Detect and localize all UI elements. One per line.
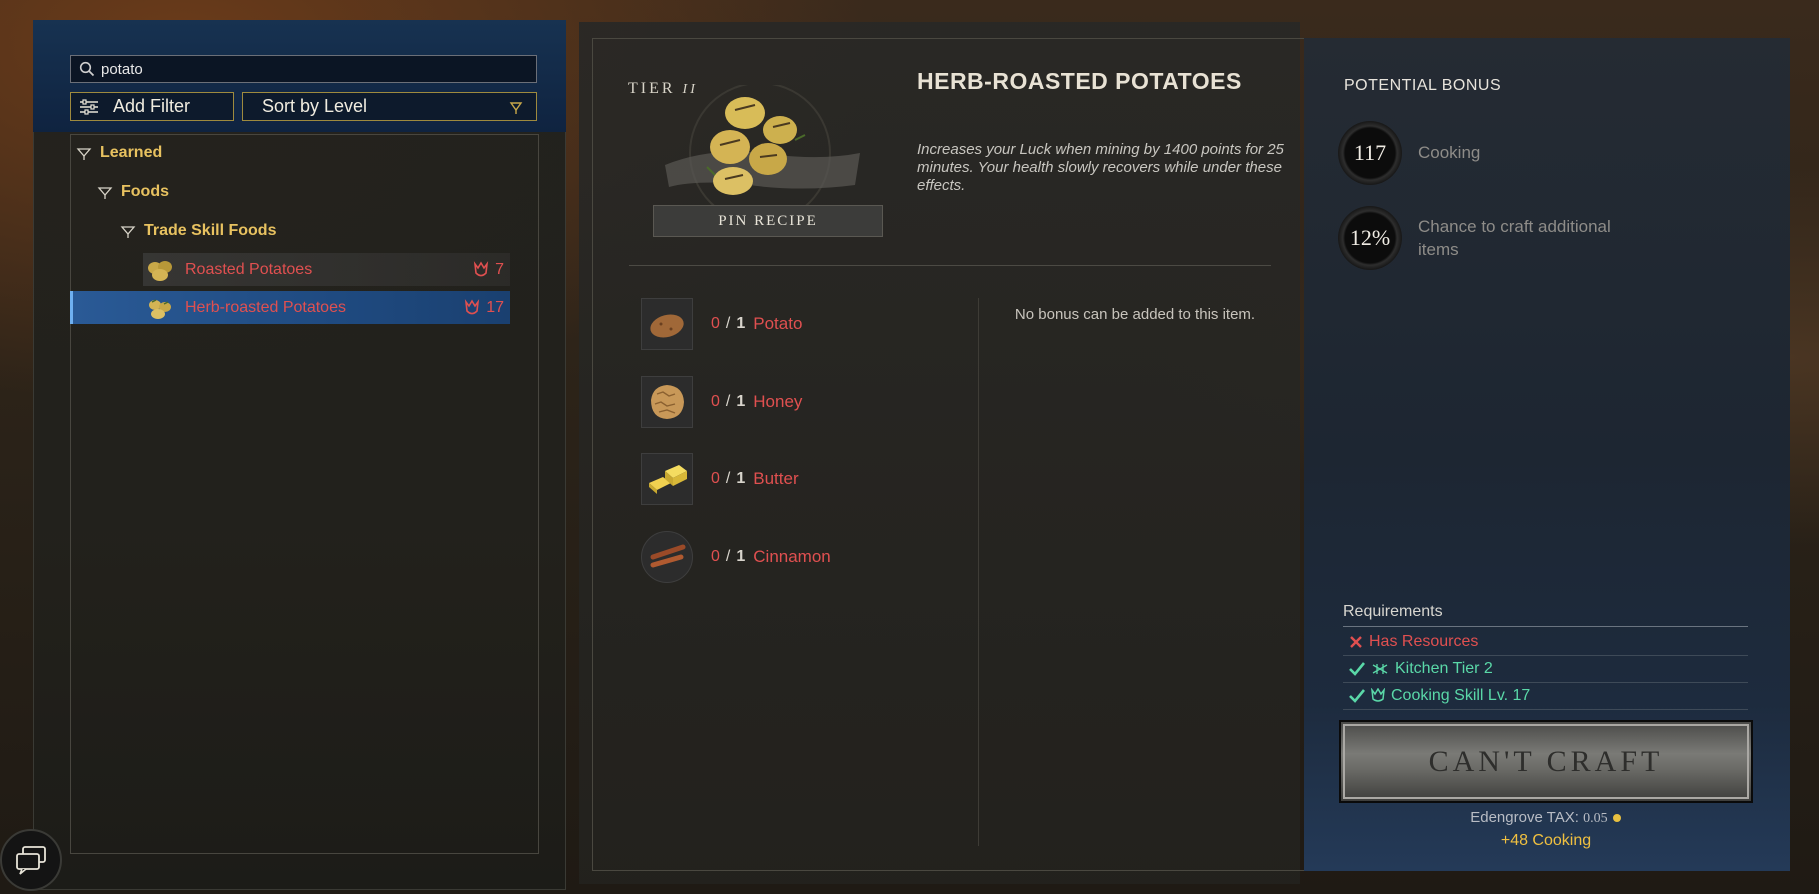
tree-node-trade-skill-foods[interactable]: Trade Skill Foods <box>120 222 276 240</box>
tax-info: Edengrove TAX: 0.05 <box>1340 809 1752 827</box>
no-bonus-message: No bonus can be added to this item. <box>1014 306 1256 323</box>
requirement-row: Has Resources <box>1343 629 1748 656</box>
add-filter-button[interactable]: Add Filter <box>70 92 234 121</box>
herb-roasted-potatoes-icon <box>145 293 175 323</box>
skill-label: Cooking <box>1418 143 1481 162</box>
skill-level-badge: 117 <box>1338 121 1402 185</box>
recipe-list-item[interactable]: Roasted Potatoes 7 <box>143 253 510 286</box>
sort-label: Sort by Level <box>262 96 368 116</box>
ingredient-have: 0 <box>711 393 720 410</box>
chance-value: 12% <box>1349 225 1391 250</box>
roasted-potatoes-icon <box>145 255 175 285</box>
filter-sliders-icon <box>80 98 98 115</box>
ingredient-need: 1 <box>736 393 746 410</box>
craft-button-label: CAN'T CRAFT <box>1428 744 1664 778</box>
recipe-name: Roasted Potatoes <box>185 260 313 278</box>
recipe-description: Increases your Luck when mining by 1400 … <box>917 141 1284 194</box>
tree-node-trade-skill-foods-label: Trade Skill Foods <box>144 222 277 239</box>
chance-badge: 12% <box>1338 206 1402 270</box>
ingredient-row[interactable]: 0 / 1 Honey <box>641 375 971 429</box>
check-icon <box>1349 662 1365 676</box>
potato-icon <box>641 298 693 350</box>
xp-gain: +48 Cooking <box>1500 832 1592 849</box>
recipe-level: 7 <box>473 261 504 279</box>
ingredient-row[interactable]: 0 / 1 Cinnamon <box>641 530 971 584</box>
ingredient-need: 1 <box>736 315 746 332</box>
tree-node-foods[interactable]: Foods <box>97 183 169 201</box>
ingredient-name: Potato <box>753 314 803 333</box>
ingredient-name: Honey <box>753 392 803 411</box>
coin-icon <box>1612 814 1621 823</box>
pin-recipe-button[interactable]: PIN RECIPE <box>653 205 883 237</box>
ingredient-separator: / <box>725 393 731 410</box>
craft-button[interactable]: CAN'T CRAFT <box>1339 720 1753 803</box>
ingredient-row[interactable]: 0 / 1 Butter <box>641 452 971 506</box>
requirements-title: Requirements <box>1343 603 1443 620</box>
divider <box>1343 626 1748 627</box>
chance-label: Chance to craft additional items <box>1418 217 1611 259</box>
honey-icon <box>641 376 693 428</box>
search-icon <box>79 61 95 77</box>
requirement-label: Has Resources <box>1369 633 1479 650</box>
recipe-name: Herb-roasted Potatoes <box>185 298 346 316</box>
skill-level-value: 117 <box>1353 140 1387 165</box>
ingredient-separator: / <box>725 470 731 487</box>
requirement-label: Kitchen Tier 2 <box>1395 660 1493 677</box>
requirement-row: Kitchen Tier 2 <box>1343 656 1748 683</box>
ingredient-need: 1 <box>736 548 746 565</box>
ingredient-separator: / <box>725 548 731 565</box>
tree-node-foods-label: Foods <box>121 183 169 200</box>
ingredient-have: 0 <box>711 470 720 487</box>
kitchen-station-icon <box>1372 664 1388 674</box>
tax-label: Edengrove TAX: <box>1470 809 1579 826</box>
ingredient-have: 0 <box>711 315 720 332</box>
ingredient-name: Butter <box>753 469 799 488</box>
recipe-level-value: 17 <box>486 298 504 316</box>
herb-roasted-potatoes-image <box>665 85 860 215</box>
ingredient-have: 0 <box>711 548 720 565</box>
recipe-image <box>655 85 865 215</box>
sort-dropdown[interactable]: Sort by Level <box>242 92 537 121</box>
recipe-list-frame <box>70 134 539 854</box>
recipe-level: 17 <box>464 299 504 317</box>
cooking-skill-icon <box>1371 688 1385 702</box>
potential-bonus-title: POTENTIAL BONUS <box>1344 77 1502 94</box>
collapse-arrow-icon <box>97 187 113 199</box>
recipe-title: HERB-ROASTED POTATOES <box>917 68 1242 94</box>
tree-node-learned-label: Learned <box>100 144 163 161</box>
add-filter-label: Add Filter <box>113 96 191 116</box>
search-input[interactable] <box>101 60 521 78</box>
ingredient-row[interactable]: 0 / 1 Potato <box>641 297 971 351</box>
requirement-label: Cooking Skill Lv. 17 <box>1391 687 1531 704</box>
divider <box>629 265 1271 266</box>
recipe-level-value: 7 <box>495 260 504 278</box>
cooking-skill-icon <box>465 298 480 314</box>
chat-button[interactable] <box>0 829 62 891</box>
cooking-skill-icon <box>473 260 489 276</box>
ingredient-need: 1 <box>736 470 746 487</box>
collapse-arrow-icon <box>76 148 92 160</box>
chat-bubbles-icon <box>16 846 46 875</box>
search-field[interactable] <box>70 55 537 83</box>
cross-icon <box>1350 636 1362 648</box>
ingredient-name: Cinnamon <box>753 547 831 566</box>
tree-node-learned[interactable]: Learned <box>76 144 162 162</box>
cinnamon-icon <box>641 531 693 583</box>
divider <box>978 298 979 846</box>
butter-icon <box>641 453 693 505</box>
recipe-list-item-selected[interactable]: Herb-roasted Potatoes 17 <box>70 291 510 324</box>
collapse-arrow-icon <box>120 226 136 238</box>
requirement-row: Cooking Skill Lv. 17 <box>1343 683 1748 710</box>
check-icon <box>1349 689 1365 703</box>
ingredient-separator: / <box>725 315 731 332</box>
chevron-down-icon <box>509 102 523 114</box>
tax-value: 0.05 <box>1583 811 1608 826</box>
pin-recipe-label: PIN RECIPE <box>718 212 818 229</box>
